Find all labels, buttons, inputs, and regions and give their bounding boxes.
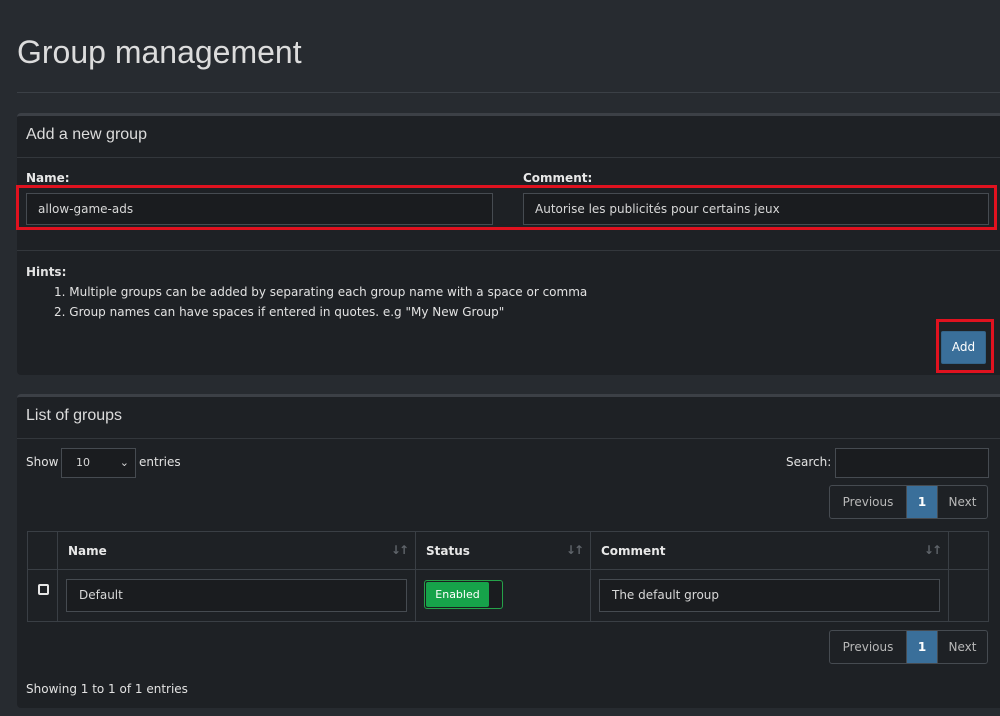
select-column-header bbox=[27, 531, 58, 570]
row-select-cell bbox=[27, 569, 58, 622]
chevron-down-icon: ⌄ bbox=[119, 456, 129, 469]
next-page-button[interactable]: Next bbox=[937, 486, 987, 518]
entries-label: entries bbox=[139, 455, 181, 469]
groups-table: Name ↓↑ Status ↓↑ Comment ↓↑ Default Ena… bbox=[27, 531, 989, 622]
entries-select[interactable]: 10 ⌄ bbox=[61, 448, 136, 478]
search-label: Search: bbox=[786, 455, 832, 469]
table-header-row: Name ↓↑ Status ↓↑ Comment ↓↑ bbox=[27, 531, 989, 570]
search-input[interactable] bbox=[835, 448, 989, 478]
column-header-label: Comment bbox=[601, 543, 666, 558]
hints-label: Hints: bbox=[26, 265, 67, 279]
table-row: Default Enabled The default group bbox=[27, 569, 989, 622]
column-header-label: Status bbox=[426, 543, 470, 558]
entries-select-value: 10 bbox=[76, 456, 90, 469]
column-header-name[interactable]: Name ↓↑ bbox=[57, 531, 416, 570]
row-comment-input[interactable]: The default group bbox=[599, 579, 940, 612]
pagination-bottom: Previous 1 Next bbox=[829, 630, 988, 664]
highlight-inputs-frame bbox=[16, 185, 997, 230]
highlight-add-button-frame bbox=[936, 319, 994, 373]
group-list-header: List of groups bbox=[17, 397, 1000, 439]
current-page-button[interactable]: 1 bbox=[907, 631, 937, 663]
add-group-panel: Add a new group bbox=[17, 113, 1000, 375]
name-label: Name: bbox=[26, 171, 70, 185]
table-info: Showing 1 to 1 of 1 entries bbox=[26, 682, 188, 696]
row-checkbox[interactable] bbox=[38, 584, 49, 595]
pagination-top: Previous 1 Next bbox=[829, 485, 988, 519]
column-header-status[interactable]: Status ↓↑ bbox=[415, 531, 591, 570]
name-cell: Default bbox=[57, 569, 416, 622]
add-group-header: Add a new group bbox=[17, 116, 1000, 158]
page-title: Group management bbox=[17, 34, 302, 70]
comment-label: Comment: bbox=[523, 171, 593, 185]
previous-page-button[interactable]: Previous bbox=[830, 486, 907, 518]
status-toggle[interactable]: Enabled bbox=[424, 579, 503, 609]
title-divider bbox=[17, 92, 1000, 93]
hint-item: 2. Group names can have spaces if entere… bbox=[54, 305, 505, 319]
hint-item: 1. Multiple groups can be added by separ… bbox=[54, 285, 588, 299]
sort-icon: ↓↑ bbox=[923, 543, 942, 557]
show-label: Show bbox=[26, 455, 59, 469]
actions-column-header bbox=[948, 531, 989, 570]
form-divider bbox=[17, 250, 1000, 251]
status-cell: Enabled bbox=[415, 569, 591, 622]
status-toggle-label: Enabled bbox=[426, 581, 489, 607]
previous-page-button[interactable]: Previous bbox=[830, 631, 907, 663]
comment-cell: The default group bbox=[590, 569, 949, 622]
next-page-button[interactable]: Next bbox=[937, 631, 987, 663]
column-header-label: Name bbox=[68, 543, 107, 558]
sort-icon: ↓↑ bbox=[565, 543, 584, 557]
column-header-comment[interactable]: Comment ↓↑ bbox=[590, 531, 949, 570]
sort-icon: ↓↑ bbox=[390, 543, 409, 557]
row-name-input[interactable]: Default bbox=[66, 579, 407, 612]
current-page-button[interactable]: 1 bbox=[907, 486, 937, 518]
row-actions-cell bbox=[948, 569, 989, 622]
